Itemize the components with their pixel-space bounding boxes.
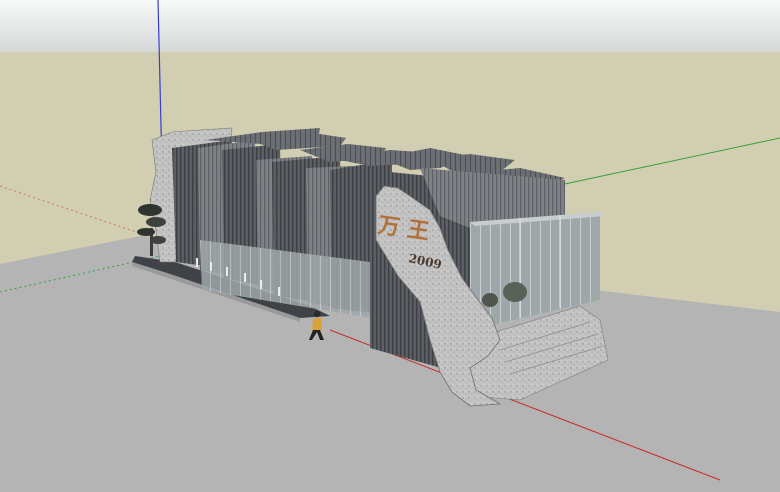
3d-model-scene[interactable]: 万 王 2009 — [0, 0, 780, 492]
sky-background — [0, 0, 780, 52]
sketchup-viewport[interactable]: 万 王 2009 — [0, 0, 780, 492]
